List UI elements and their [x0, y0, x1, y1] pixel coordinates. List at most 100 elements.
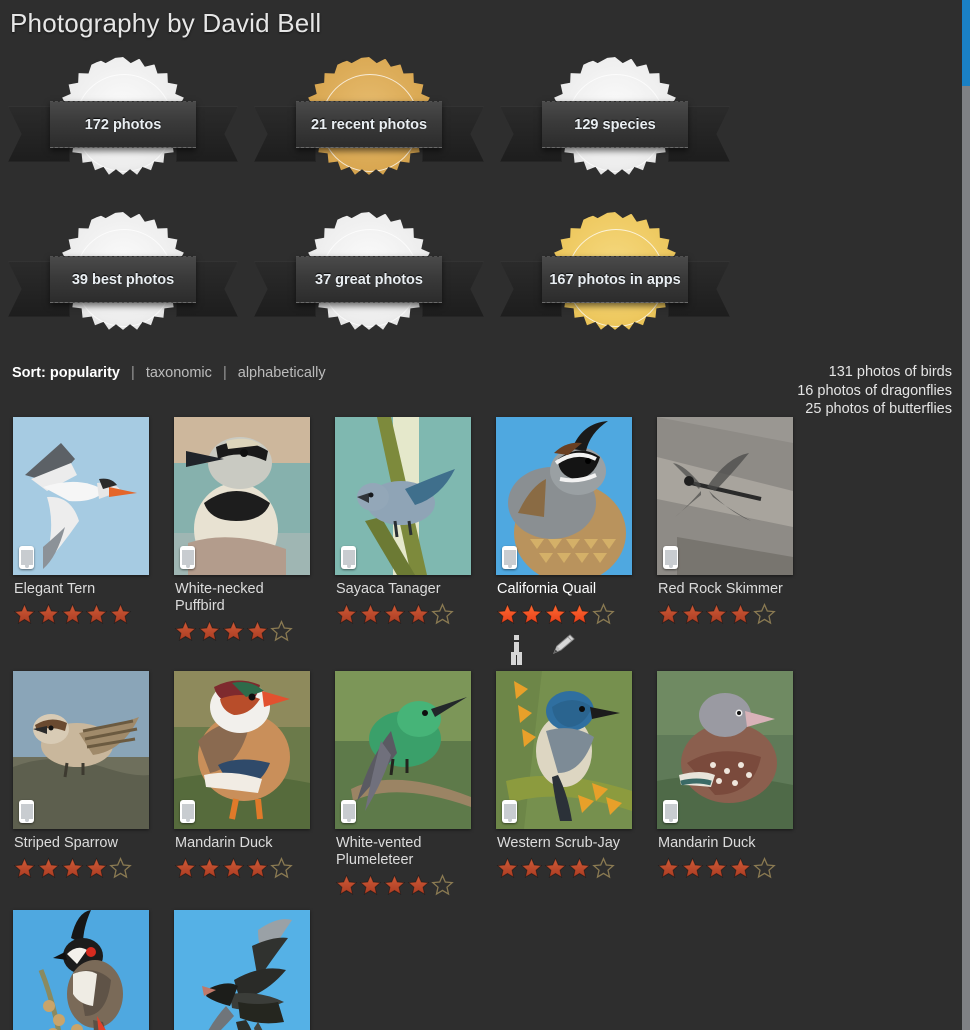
star-filled-icon[interactable]	[681, 857, 704, 879]
star-filled-icon[interactable]	[729, 857, 752, 879]
star-filled-icon[interactable]	[246, 620, 269, 642]
star-rating[interactable]	[657, 603, 818, 625]
star-empty-icon[interactable]	[109, 857, 132, 879]
star-rating[interactable]	[657, 857, 818, 879]
star-rating[interactable]	[13, 603, 174, 625]
star-empty-icon[interactable]	[431, 874, 454, 896]
star-empty-icon[interactable]	[753, 857, 776, 879]
star-filled-icon[interactable]	[335, 874, 358, 896]
star-empty-icon[interactable]	[431, 603, 454, 625]
star-filled-icon[interactable]	[13, 603, 36, 625]
star-filled-icon[interactable]	[222, 857, 245, 879]
star-filled-icon[interactable]	[359, 603, 382, 625]
star-filled-icon[interactable]	[729, 603, 752, 625]
edit-pencil-icon[interactable]	[550, 633, 576, 657]
stats-badge[interactable]: 21 recent photos	[246, 45, 492, 200]
star-empty-icon[interactable]	[592, 603, 615, 625]
star-filled-icon[interactable]	[568, 603, 591, 625]
star-filled-icon[interactable]	[407, 603, 430, 625]
star-rating[interactable]	[174, 857, 335, 879]
photo-caption: Red Rock Skimmer	[658, 581, 783, 597]
star-filled-icon[interactable]	[544, 603, 567, 625]
stats-badge[interactable]: 167 photos in apps	[492, 200, 738, 355]
star-filled-icon[interactable]	[335, 603, 358, 625]
photo-card[interactable]: Mandarin Duck	[174, 671, 335, 896]
star-rating[interactable]	[335, 874, 496, 896]
star-filled-icon[interactable]	[496, 857, 519, 879]
star-filled-icon[interactable]	[520, 603, 543, 625]
star-filled-icon[interactable]	[407, 874, 430, 896]
star-filled-icon[interactable]	[174, 857, 197, 879]
sort-option-taxonomic[interactable]: taxonomic	[146, 365, 212, 381]
sort-option-alphabetically[interactable]: alphabetically	[238, 365, 326, 381]
photo-card[interactable]: Red-whiskered Bulbul	[13, 910, 174, 1030]
sort-separator-1: |	[131, 365, 135, 381]
photo-thumbnail[interactable]	[657, 417, 793, 575]
star-filled-icon[interactable]	[383, 603, 406, 625]
star-filled-icon[interactable]	[657, 603, 680, 625]
photo-card[interactable]: Turkey Vulture	[174, 910, 335, 1030]
stats-badge[interactable]: 129 species	[492, 45, 738, 200]
star-filled-icon[interactable]	[37, 857, 60, 879]
star-filled-icon[interactable]	[544, 857, 567, 879]
star-filled-icon[interactable]	[520, 857, 543, 879]
star-empty-icon[interactable]	[753, 603, 776, 625]
star-filled-icon[interactable]	[85, 857, 108, 879]
star-filled-icon[interactable]	[174, 620, 197, 642]
photo-thumbnail[interactable]	[13, 910, 149, 1030]
star-filled-icon[interactable]	[681, 603, 704, 625]
photo-thumbnail[interactable]	[174, 417, 310, 575]
photo-thumbnail[interactable]	[335, 417, 471, 575]
photo-thumbnail[interactable]	[13, 671, 149, 829]
photo-card[interactable]: Red Rock Skimmer	[657, 417, 818, 657]
star-rating[interactable]	[13, 857, 174, 879]
star-empty-icon[interactable]	[270, 857, 293, 879]
star-filled-icon[interactable]	[61, 603, 84, 625]
star-filled-icon[interactable]	[85, 603, 108, 625]
star-filled-icon[interactable]	[198, 620, 221, 642]
star-filled-icon[interactable]	[109, 603, 132, 625]
star-filled-icon[interactable]	[246, 857, 269, 879]
star-filled-icon[interactable]	[705, 857, 728, 879]
mobile-phone-icon	[19, 800, 34, 823]
star-empty-icon[interactable]	[270, 620, 293, 642]
photo-card[interactable]: California Quail	[496, 417, 657, 657]
stats-badge[interactable]: 39 best photos	[0, 200, 246, 355]
photo-thumbnail[interactable]	[496, 671, 632, 829]
photo-card[interactable]: Mandarin Duck	[657, 671, 818, 896]
photo-thumbnail[interactable]	[174, 671, 310, 829]
star-empty-icon[interactable]	[592, 857, 615, 879]
info-icon[interactable]	[509, 634, 524, 656]
star-filled-icon[interactable]	[359, 874, 382, 896]
photo-card[interactable]: Elegant Tern	[13, 417, 174, 657]
star-filled-icon[interactable]	[37, 603, 60, 625]
sort-option-popularity[interactable]: popularity	[50, 365, 120, 381]
stats-badge[interactable]: 37 great photos	[246, 200, 492, 355]
star-filled-icon[interactable]	[568, 857, 591, 879]
photo-thumbnail[interactable]	[657, 671, 793, 829]
photo-card[interactable]: Western Scrub-Jay	[496, 671, 657, 896]
photo-thumbnail[interactable]	[174, 910, 310, 1030]
star-filled-icon[interactable]	[496, 603, 519, 625]
stats-badge[interactable]: 172 photos	[0, 45, 246, 200]
star-filled-icon[interactable]	[222, 620, 245, 642]
photo-card[interactable]: Striped Sparrow	[13, 671, 174, 896]
collection-counts: 131 photos of birds 16 photos of dragonf…	[797, 363, 952, 419]
photo-card[interactable]: White-necked Puffbird	[174, 417, 335, 657]
star-filled-icon[interactable]	[657, 857, 680, 879]
count-birds: 131 photos of birds	[828, 364, 952, 380]
photo-card[interactable]: Sayaca Tanager	[335, 417, 496, 657]
star-filled-icon[interactable]	[13, 857, 36, 879]
photo-thumbnail[interactable]	[335, 671, 471, 829]
star-rating[interactable]	[335, 603, 496, 625]
star-rating[interactable]	[496, 857, 657, 879]
star-filled-icon[interactable]	[198, 857, 221, 879]
star-filled-icon[interactable]	[383, 874, 406, 896]
photo-thumbnail[interactable]	[13, 417, 149, 575]
star-rating[interactable]	[174, 620, 335, 642]
photo-card[interactable]: White-vented Plumeleteer	[335, 671, 496, 896]
star-rating[interactable]	[496, 603, 657, 625]
star-filled-icon[interactable]	[705, 603, 728, 625]
star-filled-icon[interactable]	[61, 857, 84, 879]
photo-thumbnail[interactable]	[496, 417, 632, 575]
